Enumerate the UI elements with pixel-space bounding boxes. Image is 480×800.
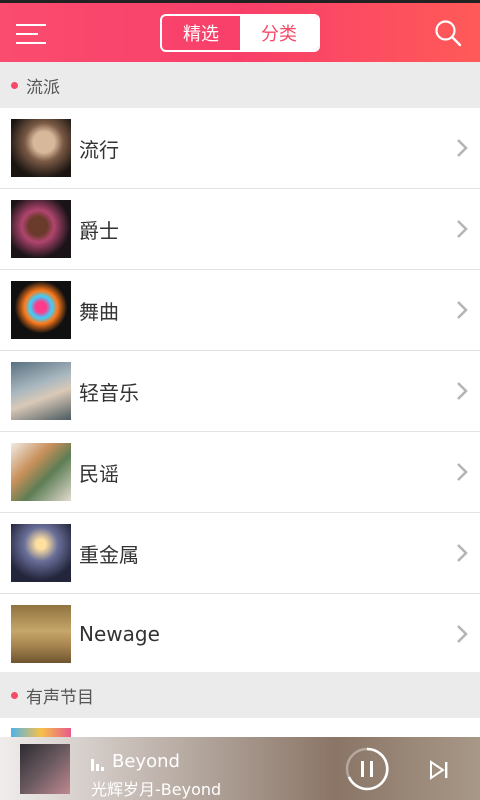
genre-label: 轻音乐 <box>79 380 139 405</box>
tab-categories[interactable]: 分类 <box>240 16 318 50</box>
genre-thumbnail <box>11 362 71 420</box>
genre-label: 重金属 <box>79 542 139 567</box>
chevron-right-icon <box>457 301 468 319</box>
section-title: 有声节目 <box>26 687 94 708</box>
chevron-right-icon <box>457 382 468 400</box>
genre-row-pop[interactable]: 流行 <box>0 108 480 189</box>
genre-thumbnail <box>11 281 71 339</box>
menu-icon[interactable] <box>16 23 46 45</box>
pause-button[interactable] <box>345 747 389 791</box>
genre-label: 流行 <box>79 137 119 162</box>
genre-thumbnail <box>11 605 71 663</box>
song-title: Beyond <box>112 751 180 772</box>
chevron-right-icon <box>457 139 468 157</box>
genre-label: 舞曲 <box>79 299 119 324</box>
genre-row-jazz[interactable]: 爵士 <box>0 189 480 270</box>
song-subtitle: 光辉岁月-Beyond <box>91 780 222 799</box>
segmented-control: 精选 分类 <box>160 14 320 52</box>
genre-list: 流行 爵士 舞曲 轻音乐 民谣 重金属 Newage <box>0 108 480 675</box>
genre-label: Newage <box>79 622 160 646</box>
chevron-right-icon <box>457 625 468 643</box>
equalizer-icon <box>91 759 104 771</box>
tab-featured[interactable]: 精选 <box>162 16 240 50</box>
search-icon[interactable] <box>434 19 462 47</box>
section-dot <box>11 691 18 699</box>
now-playing-bar[interactable]: Beyond 光辉岁月-Beyond <box>0 737 480 800</box>
album-cover[interactable] <box>20 744 70 794</box>
top-bar: 精选 分类 <box>0 0 480 62</box>
chevron-right-icon <box>457 463 468 481</box>
genre-thumbnail <box>11 200 71 258</box>
section-title: 流派 <box>26 77 60 98</box>
section-dot <box>11 81 18 89</box>
chevron-right-icon <box>457 220 468 238</box>
genre-row-dance[interactable]: 舞曲 <box>0 270 480 351</box>
genre-thumbnail <box>11 443 71 501</box>
genre-row-newage[interactable]: Newage <box>0 594 480 675</box>
genre-row-heavy-metal[interactable]: 重金属 <box>0 513 480 594</box>
section-header-genres: 流派 <box>0 62 480 108</box>
genre-thumbnail <box>11 524 71 582</box>
chevron-right-icon <box>457 544 468 562</box>
genre-row-folk[interactable]: 民谣 <box>0 432 480 513</box>
section-header-audio-programs: 有声节目 <box>0 672 480 718</box>
genre-label: 爵士 <box>79 218 119 243</box>
genre-thumbnail <box>11 119 71 177</box>
genre-label: 民谣 <box>79 461 119 486</box>
genre-row-light-music[interactable]: 轻音乐 <box>0 351 480 432</box>
next-track-icon[interactable] <box>428 759 450 781</box>
